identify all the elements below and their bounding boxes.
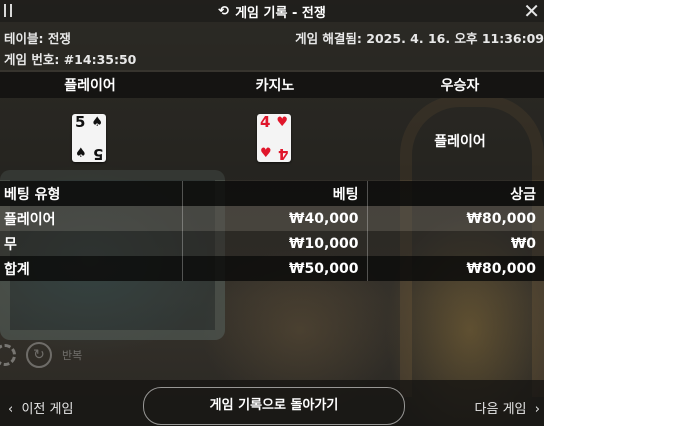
column-header: 베팅: [182, 181, 368, 206]
footer-nav: ‹ 이전 게임 게임 기록으로 돌아가기 다음 게임 ›: [0, 380, 544, 426]
player-card: 5 ♠ ♠ 5: [72, 114, 106, 163]
pause-icon[interactable]: [4, 4, 13, 17]
bets-table-header: 베팅 유형 베팅 상금: [0, 181, 544, 206]
winner-value: 플레이어: [434, 134, 486, 150]
history-icon: ⟲: [218, 3, 230, 19]
title-bar: ⟲ 게임 기록 - 전쟁 ✕: [0, 0, 544, 22]
table-row: 무 ₩10,000 ₩0: [0, 231, 544, 256]
heart-icon: ♥: [276, 115, 288, 130]
spade-icon: ♠: [75, 146, 87, 161]
bet-type: 무: [0, 231, 183, 256]
table-row: 플레이어 ₩40,000 ₩80,000: [0, 206, 544, 231]
close-icon[interactable]: ✕: [523, 1, 540, 21]
repeat-control: ↻ 반복: [0, 340, 120, 376]
column-header: 상금: [510, 186, 536, 203]
winner-header: 우승자: [440, 78, 480, 94]
heart-icon: ♥: [260, 146, 272, 161]
casino-header: 카지노: [255, 78, 295, 94]
bet-amount: ₩50,000: [182, 256, 368, 281]
resolved-time: 게임 해결됨: 2025. 4. 16. 오후 11:36:09: [295, 31, 544, 46]
payout-amount: ₩80,000: [466, 260, 536, 277]
repeat-icon: ↻: [26, 342, 52, 368]
window-title: 게임 기록 - 전쟁: [235, 5, 326, 21]
bet-amount: ₩40,000: [182, 206, 368, 231]
player-header: 플레이어: [64, 78, 116, 94]
game-info: 테이블: 전쟁 게임 번호: #14:35:50 게임 해결됨: 2025. 4…: [0, 22, 544, 70]
bet-type: 합계: [0, 256, 183, 281]
casino-card: 4 ♥ ♥ 4: [257, 114, 291, 163]
game-number: 게임 번호: #14:35:50: [4, 52, 137, 67]
table-row-total: 합계 ₩50,000 ₩80,000: [0, 256, 544, 281]
column-header: 베팅 유형: [0, 181, 183, 206]
bet-amount: ₩10,000: [182, 231, 368, 256]
chip-icon: [0, 344, 16, 366]
previous-game-button[interactable]: ‹ 이전 게임: [8, 398, 73, 417]
spade-icon: ♠: [91, 115, 103, 130]
cards-row: 5 ♠ ♠ 5 4 ♥ ♥ 4 플레이어: [0, 98, 544, 180]
chevron-left-icon: ‹: [8, 402, 14, 417]
next-game-button[interactable]: 다음 게임 ›: [475, 398, 540, 417]
table-name: 테이블: 전쟁: [4, 31, 71, 46]
back-to-history-button[interactable]: 게임 기록으로 돌아가기: [143, 387, 405, 425]
payout-amount: ₩0: [510, 235, 536, 252]
repeat-label: 반복: [62, 349, 83, 362]
game-history-panel: ⟲ 게임 기록 - 전쟁 ✕ 테이블: 전쟁 게임 번호: #14:35:50 …: [0, 0, 544, 426]
bets-table: 베팅 유형 베팅 상금 플레이어 ₩40,000 ₩80,000 무 ₩10,0…: [0, 181, 544, 281]
bet-type: 플레이어: [0, 206, 183, 231]
payout-amount: ₩80,000: [466, 210, 536, 227]
result-header: 플레이어 카지노 우승자: [0, 72, 544, 98]
chevron-right-icon: ›: [534, 402, 540, 417]
